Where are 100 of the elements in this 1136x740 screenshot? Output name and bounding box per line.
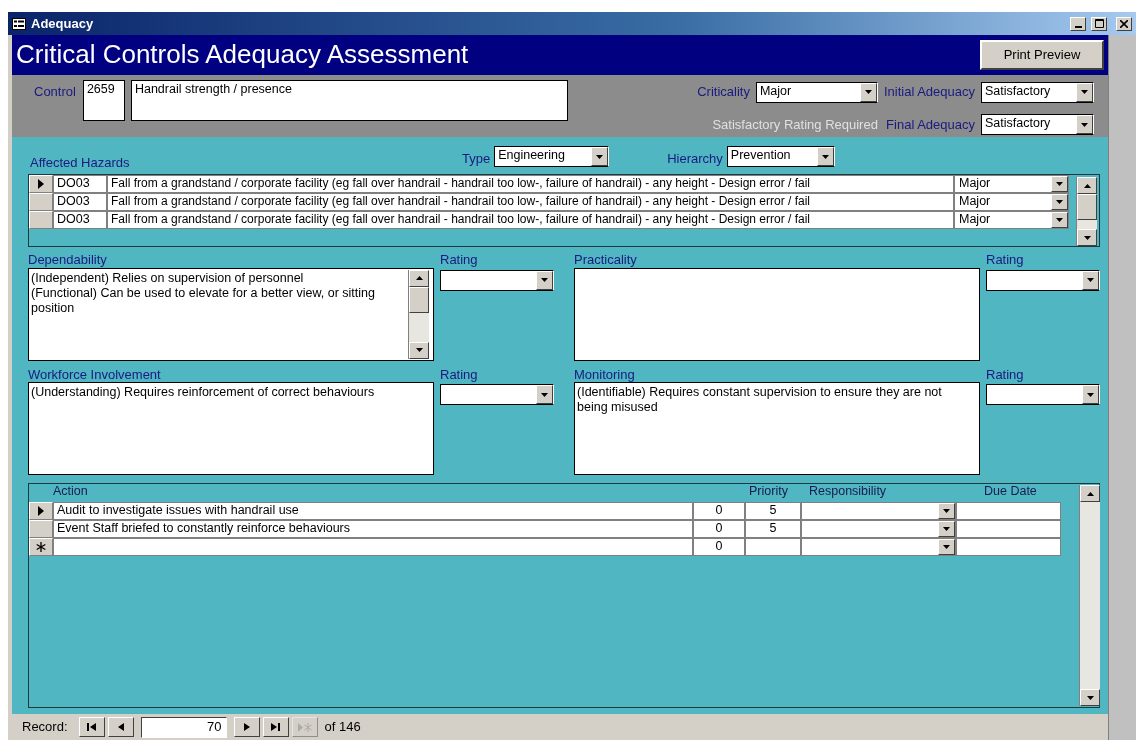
scrollbar[interactable] <box>408 269 429 359</box>
caret-icon <box>1056 200 1063 204</box>
dropdown-button[interactable] <box>859 82 877 102</box>
value-cell: 0 <box>693 520 745 539</box>
rating-label: Rating <box>440 252 479 268</box>
responsibility-dropdown[interactable] <box>801 520 956 539</box>
dropdown-button[interactable] <box>1082 385 1099 405</box>
dropdown-button[interactable] <box>591 147 609 166</box>
value-cell: 0 <box>693 538 745 557</box>
initial-adequacy-dropdown[interactable]: Satisfactory <box>981 81 1094 103</box>
dropdown-button[interactable] <box>1051 194 1068 210</box>
record-selector[interactable] <box>29 175 53 193</box>
record-number-field[interactable]: 70 <box>140 716 227 738</box>
caret-icon <box>1056 182 1063 186</box>
caret-icon <box>1086 695 1094 700</box>
control-label: Control <box>34 84 76 101</box>
caret-icon <box>943 509 950 514</box>
form-icon <box>12 17 26 30</box>
last-record-button[interactable] <box>262 717 289 737</box>
rating-dropdown[interactable] <box>986 384 1100 406</box>
scroll-up-button[interactable] <box>1077 177 1097 194</box>
dropdown-button[interactable] <box>536 270 553 290</box>
severity-dropdown[interactable]: Major <box>954 193 1069 211</box>
close-icon <box>1120 19 1128 28</box>
criticality-dropdown[interactable]: Major <box>755 81 878 103</box>
final-adequacy-dropdown[interactable]: Satisfactory <box>981 114 1094 136</box>
assessment-text-field[interactable]: (Identifiable) Requires constant supervision to ensure they are not being misused <box>574 382 980 476</box>
rating-dropdown[interactable] <box>440 269 554 291</box>
next-record-icon <box>243 723 250 731</box>
assessment-label: Practicality <box>574 252 638 268</box>
maximize-icon <box>1094 19 1104 28</box>
assessment-text-field[interactable]: (Understanding) Requires reinforcement of correct behaviours <box>28 382 434 476</box>
initial-adequacy-label: Initial Adequacy <box>883 84 975 101</box>
due-date-cell[interactable] <box>956 520 1061 539</box>
last-record-icon <box>271 723 281 731</box>
responsibility-dropdown[interactable] <box>801 538 956 557</box>
next-record-button[interactable] <box>233 717 260 737</box>
type-dropdown[interactable]: Engineering <box>494 146 610 167</box>
previous-record-button[interactable] <box>107 717 134 737</box>
print-preview-button[interactable]: Print Preview <box>980 40 1104 70</box>
scrollbar[interactable] <box>1076 177 1097 246</box>
scroll-thumb[interactable] <box>1077 194 1097 220</box>
dropdown-button[interactable] <box>536 385 553 405</box>
dropdown-value: Major <box>958 176 992 192</box>
caret-icon <box>541 278 548 283</box>
dropdown-button[interactable] <box>938 539 955 556</box>
scroll-up-button[interactable] <box>1080 485 1100 503</box>
due-date-cell[interactable] <box>956 502 1061 521</box>
severity-dropdown[interactable]: Major <box>954 175 1069 193</box>
caret-icon <box>1081 122 1088 127</box>
rating-dropdown[interactable] <box>986 269 1100 291</box>
severity-dropdown[interactable]: Major <box>954 211 1069 229</box>
assessment-text-field[interactable]: (Independent) Relies on supervision of personnel (Functional) Can be used to elevate for a better view, or sitting position <box>28 267 434 361</box>
due-date-cell[interactable] <box>956 538 1061 557</box>
dropdown-button[interactable] <box>1076 115 1093 135</box>
type-label: Type <box>462 151 491 167</box>
close-button[interactable] <box>1116 16 1132 31</box>
dropdown-button[interactable] <box>1076 82 1093 102</box>
scroll-down-button[interactable] <box>1077 229 1097 246</box>
new-record-icon <box>297 722 312 732</box>
assessment-text-field[interactable] <box>574 267 980 361</box>
dropdown-value: Satisfactory <box>984 115 1052 133</box>
first-record-icon <box>87 723 97 731</box>
minimize-button[interactable] <box>1070 16 1086 31</box>
priority-cell: 5 <box>745 502 801 521</box>
current-record-icon <box>38 179 44 189</box>
minimize-icon <box>1074 25 1082 28</box>
dropdown-button[interactable] <box>1051 176 1068 192</box>
responsibility-dropdown[interactable] <box>801 502 956 521</box>
record-selector[interactable] <box>29 538 53 557</box>
record-selector[interactable] <box>29 502 53 521</box>
window-title: Adequacy <box>31 15 94 32</box>
dropdown-value: Prevention <box>729 147 792 164</box>
scroll-down-button[interactable] <box>409 341 429 359</box>
hierarchy-dropdown[interactable]: Prevention <box>726 146 835 167</box>
control-name-field[interactable]: Handrail strength / presence <box>130 80 568 121</box>
dropdown-button[interactable] <box>816 147 834 166</box>
rating-label: Rating <box>440 366 479 383</box>
dropdown-button[interactable] <box>1082 270 1099 290</box>
scroll-down-button[interactable] <box>1080 689 1100 706</box>
dropdown-button[interactable] <box>938 521 955 538</box>
rating-note: Satisfactory Rating Required <box>711 116 878 133</box>
maximize-button[interactable] <box>1091 16 1107 31</box>
dropdown-value: Major <box>958 212 992 228</box>
dropdown-button[interactable] <box>1051 212 1068 228</box>
hazard-description-cell: Fall from a grandstand / corporate facility (eg fall over handrail - handrail too low-, failure of handrail) - any height - Design error / fail <box>107 193 954 211</box>
hierarchy-label: Hierarchy <box>667 151 723 167</box>
up-arrow-icon <box>1086 491 1094 496</box>
current-record-icon <box>38 506 44 517</box>
scroll-thumb[interactable] <box>409 286 429 313</box>
assessment-label: Workforce Involvement <box>28 366 162 383</box>
dropdown-button[interactable] <box>938 503 955 520</box>
control-number-field[interactable]: 2659 <box>82 80 125 121</box>
previous-record-icon <box>117 723 124 731</box>
scrollbar[interactable] <box>1079 485 1100 706</box>
scroll-up-button[interactable] <box>409 269 429 287</box>
column-header: Due Date <box>983 484 1038 501</box>
first-record-button[interactable] <box>78 717 105 737</box>
rating-dropdown[interactable] <box>440 384 554 406</box>
assessment-text: (Identifiable) Requires constant supervision to ensure they are not being misused <box>576 384 943 416</box>
